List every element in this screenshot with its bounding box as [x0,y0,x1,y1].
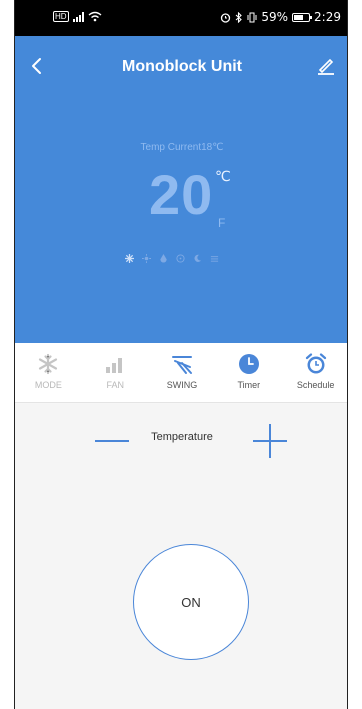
mode-button[interactable]: MODE [15,343,82,402]
fan-label: FAN [106,380,124,390]
increase-temperature-button[interactable] [251,422,289,460]
hd-icon: HD [53,11,69,22]
status-time: 2:29 [314,10,341,24]
drop-icon [159,250,168,263]
alarm-status-icon [221,12,231,23]
sun-icon [142,250,151,263]
app-screen: HD 59% 2:29 Monoblock Unit Temp Current1… [14,0,348,709]
device-header: Monoblock Unit Temp Current18℃ 20 ℃ F [15,36,347,343]
signal-icon [72,11,84,22]
moon-icon [193,250,202,262]
clock-icon [238,354,259,374]
power-button[interactable]: ON [133,544,249,660]
timer-label: Timer [237,380,261,390]
fan-icon [176,250,185,263]
fahrenheit-unit: F [218,216,226,230]
snowflake-icon [39,353,58,375]
wifi-icon [88,11,102,22]
fan-speed-icon [106,358,123,373]
celsius-unit: ℃ [215,168,231,184]
current-temperature: Temp Current18℃ [140,142,224,153]
schedule-button[interactable]: Schedule [282,343,347,402]
schedule-label: Schedule [296,380,335,390]
timer-button[interactable]: Timer [215,343,282,402]
swing-icon [171,356,192,374]
mode-label: MODE [34,380,62,390]
swing-icon [210,250,219,262]
status-right-icons: 59% 2:29 [220,10,341,24]
temperature-label: Temperature [151,431,213,443]
battery-percent: 59% [261,10,289,24]
swing-label: SWING [166,380,198,390]
page-title: Monoblock Unit [122,58,242,75]
bluetooth-icon [236,11,243,23]
snowflake-icon [125,250,134,263]
edit-button[interactable] [315,54,337,76]
vibrate-icon [247,12,257,22]
battery-icon [292,12,313,22]
status-left-icons: HD [53,11,102,22]
power-label: ON [181,594,201,610]
fan-button[interactable]: FAN [82,343,149,402]
function-bar: MODE FAN SWING Timer Schedule [15,343,347,403]
control-panel: Temperature ON [15,404,347,709]
swing-button[interactable]: SWING [149,343,216,402]
mode-indicator-row [125,250,219,263]
set-temperature-value: 20 [149,163,214,226]
temperature-row: Temperature [15,404,347,484]
status-bar: HD 59% 2:29 [15,0,347,36]
alarm-icon [305,353,326,374]
